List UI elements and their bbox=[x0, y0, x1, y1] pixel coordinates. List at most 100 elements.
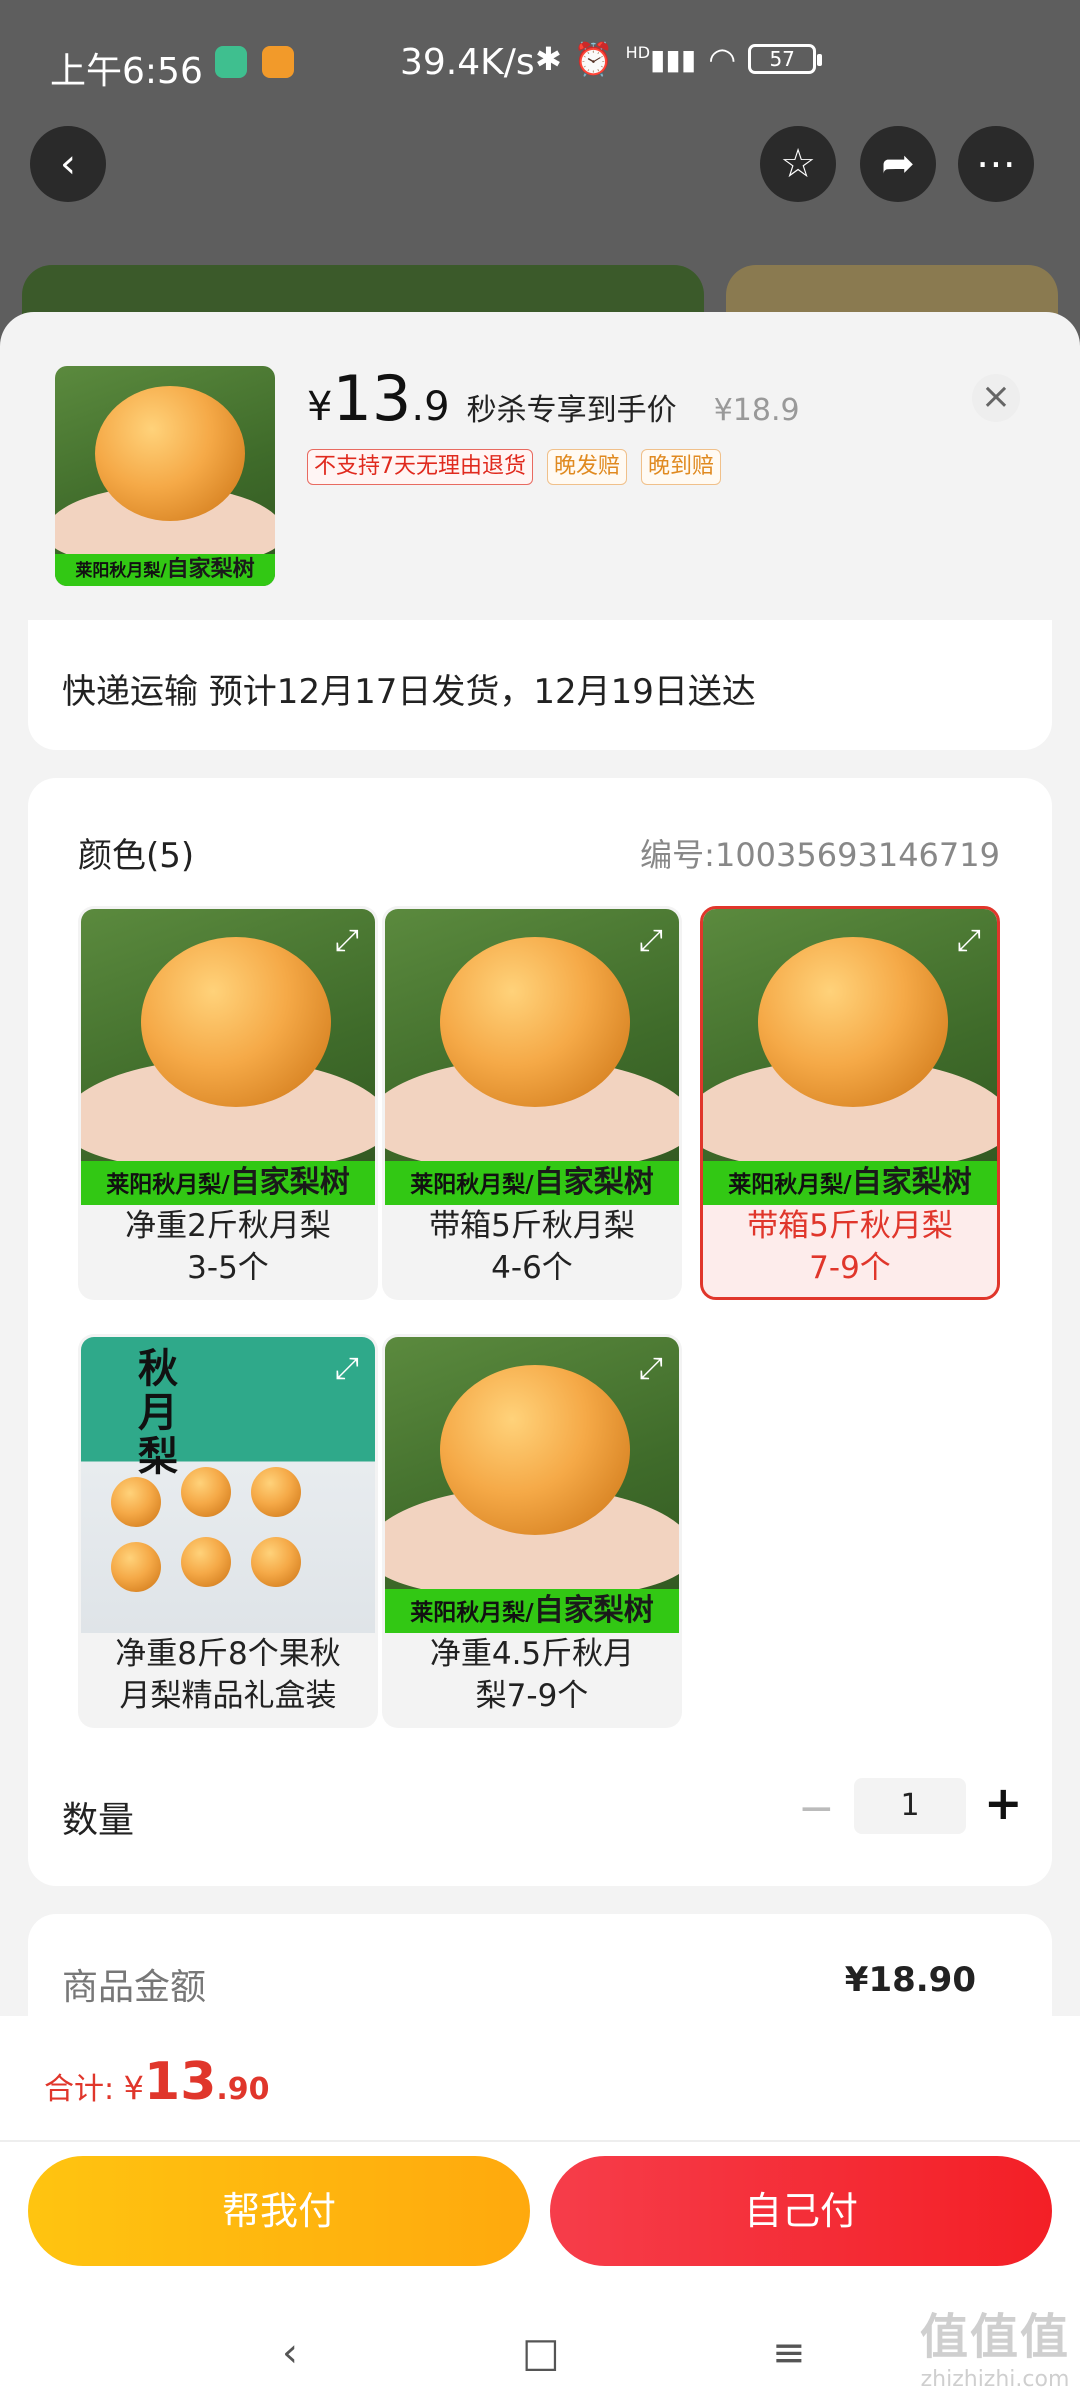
no-return-tag: 不支持7天无理由退货 bbox=[307, 449, 533, 485]
option-item[interactable]: 秋月梨 ⤢ 净重8斤8个果秋 月梨精品礼盒装 bbox=[78, 1334, 378, 1728]
total-currency: ¥ bbox=[123, 2069, 145, 2107]
product-thumbnail[interactable]: 莱阳秋月梨/自家梨树 bbox=[55, 366, 275, 586]
nav-back-icon[interactable]: ‹ bbox=[282, 2330, 298, 2376]
more-button[interactable]: ⋯ bbox=[958, 126, 1034, 202]
share-icon: ➦ bbox=[881, 141, 915, 187]
image-band: 莱阳秋月梨/自家梨树 bbox=[385, 1161, 679, 1205]
option-label-line2: 7-9个 bbox=[809, 1250, 891, 1286]
close-icon: × bbox=[980, 376, 1012, 417]
option-image: ⤢ 莱阳秋月梨/自家梨树 bbox=[385, 1337, 679, 1633]
option-image: ⤢ 莱阳秋月梨/自家梨树 bbox=[703, 909, 997, 1205]
watermark: 值值值 zhizhizhi.com bbox=[920, 2297, 1070, 2392]
total-price: 合计: ¥13.90 bbox=[44, 2052, 270, 2112]
shipping-text: 快递运输 预计12月17日发货，12月19日送达 bbox=[62, 672, 756, 712]
back-icon: ‹ bbox=[60, 141, 76, 187]
self-pay-button[interactable]: 自己付 bbox=[550, 2156, 1052, 2266]
pear-image bbox=[95, 386, 245, 521]
image-band-right: 自家梨树 bbox=[851, 1165, 972, 1200]
total-decimal: .90 bbox=[216, 2072, 270, 2107]
gift-box-image: 秋月梨 ⤢ bbox=[81, 1337, 375, 1633]
share-button[interactable]: ➦ bbox=[860, 126, 936, 202]
service-tags: 不支持7天无理由退货 晚发赔 晚到赔 bbox=[307, 449, 800, 485]
options-header: 颜色(5) bbox=[78, 836, 195, 876]
amount-value: ¥18.90 bbox=[844, 1960, 976, 2000]
quantity-decrease-button[interactable]: − bbox=[798, 1783, 835, 1834]
product-code: 编号:10035693146719 bbox=[640, 836, 1000, 874]
more-icon: ⋯ bbox=[976, 141, 1016, 187]
image-band: 莱阳秋月梨/自家梨树 bbox=[55, 554, 275, 586]
price-area: ¥13.9 秒杀专享到手价 ¥18.9 不支持7天无理由退货 晚发赔 晚到赔 bbox=[307, 362, 800, 485]
watermark-url: zhizhizhi.com bbox=[920, 2367, 1070, 2392]
option-label-line2: 梨7-9个 bbox=[475, 1678, 589, 1714]
nav-home-icon[interactable]: □ bbox=[522, 2330, 560, 2376]
image-band-right: 自家梨树 bbox=[229, 1165, 350, 1200]
signal-icon: HD▮▮▮ bbox=[625, 42, 697, 76]
status-time: 上午6:56 bbox=[50, 51, 203, 92]
pear-image bbox=[758, 937, 948, 1107]
option-item[interactable]: ⤢ 莱阳秋月梨/自家梨树 净重2斤秋月梨 3-5个 bbox=[78, 906, 378, 1300]
system-nav-bar: ‹ □ ≡ bbox=[0, 2316, 1080, 2400]
expand-icon: ⤢ bbox=[639, 923, 663, 958]
price: ¥13.9 秒杀专享到手价 ¥18.9 bbox=[307, 362, 800, 435]
pear-image bbox=[251, 1537, 301, 1587]
option-label-line1: 净重8斤8个果秋 bbox=[115, 1636, 341, 1672]
option-image: ⤢ 莱阳秋月梨/自家梨树 bbox=[385, 909, 679, 1205]
image-band: 莱阳秋月梨/自家梨树 bbox=[81, 1161, 375, 1205]
option-item-selected[interactable]: ⤢ 莱阳秋月梨/自家梨树 带箱5斤秋月梨 7-9个 bbox=[700, 906, 1000, 1300]
option-label: 带箱5斤秋月梨 4-6个 bbox=[385, 1205, 679, 1289]
close-button[interactable]: × bbox=[972, 374, 1020, 422]
original-price: ¥18.9 bbox=[713, 393, 800, 428]
image-band-left: 莱阳秋月梨/ bbox=[410, 1600, 534, 1626]
help-pay-button[interactable]: 帮我付 bbox=[28, 2156, 530, 2266]
option-label-line1: 净重2斤秋月梨 bbox=[125, 1208, 331, 1244]
quantity-label: 数量 bbox=[62, 1800, 135, 1841]
pear-image bbox=[440, 937, 630, 1107]
option-label-line1: 带箱5斤秋月梨 bbox=[747, 1208, 953, 1244]
pear-image bbox=[251, 1467, 301, 1517]
nav-menu-icon[interactable]: ≡ bbox=[772, 2330, 806, 2376]
option-label: 净重2斤秋月梨 3-5个 bbox=[81, 1205, 375, 1289]
star-icon: ☆ bbox=[780, 141, 816, 187]
image-band-right: 自家梨树 bbox=[166, 557, 255, 582]
late-arrival-tag: 晚到赔 bbox=[641, 449, 722, 485]
total-label: 合计: bbox=[44, 2072, 124, 2107]
status-bar: 上午6:56 39.4K/s ✱ ⏰ HD▮▮▮ ◠ 57 bbox=[0, 0, 1080, 130]
option-image: ⤢ 莱阳秋月梨/自家梨树 bbox=[81, 909, 375, 1205]
pear-image bbox=[440, 1365, 630, 1535]
pear-image bbox=[181, 1467, 231, 1517]
quantity-increase-button[interactable]: + bbox=[984, 1776, 1023, 1830]
sku-sheet: 莱阳秋月梨/自家梨树 ¥13.9 秒杀专享到手价 ¥18.9 不支持7天无理由退… bbox=[0, 312, 1080, 2400]
watermark-logo: 值值值 bbox=[919, 2309, 1070, 2365]
back-button[interactable]: ‹ bbox=[30, 126, 106, 202]
gift-box-text: 秋月梨 bbox=[131, 1347, 177, 1479]
price-currency: ¥ bbox=[307, 384, 333, 430]
expand-icon: ⤢ bbox=[335, 1351, 359, 1386]
quantity-input[interactable]: 1 bbox=[854, 1778, 966, 1834]
pear-image bbox=[181, 1537, 231, 1587]
image-band-left: 莱阳秋月梨/ bbox=[410, 1172, 534, 1198]
option-item[interactable]: ⤢ 莱阳秋月梨/自家梨树 净重4.5斤秋月 梨7-9个 bbox=[382, 1334, 682, 1728]
image-band-left: 莱阳秋月梨/ bbox=[75, 561, 167, 581]
pear-image bbox=[111, 1477, 161, 1527]
option-label: 带箱5斤秋月梨 7-9个 bbox=[703, 1205, 997, 1289]
option-label-line2: 月梨精品礼盒装 bbox=[119, 1678, 337, 1714]
late-ship-tag: 晚发赔 bbox=[547, 449, 628, 485]
network-speed: 39.4K/s bbox=[400, 42, 535, 83]
total-integer: 13 bbox=[144, 2052, 217, 2112]
expand-icon: ⤢ bbox=[639, 1351, 663, 1386]
expand-icon: ⤢ bbox=[335, 923, 359, 958]
bluetooth-icon: ✱ bbox=[535, 40, 562, 78]
option-item[interactable]: ⤢ 莱阳秋月梨/自家梨树 带箱5斤秋月梨 4-6个 bbox=[382, 906, 682, 1300]
expand-icon: ⤢ bbox=[957, 923, 981, 958]
option-label-line1: 净重4.5斤秋月 bbox=[429, 1636, 635, 1672]
image-band-right: 自家梨树 bbox=[533, 1165, 654, 1200]
battery-icon: 57 bbox=[748, 44, 823, 74]
shipping-card: 快递运输 预计12月17日发货，12月19日送达 bbox=[28, 620, 1052, 750]
pear-image bbox=[111, 1542, 161, 1592]
option-label-line2: 4-6个 bbox=[491, 1250, 573, 1286]
option-label: 净重4.5斤秋月 梨7-9个 bbox=[385, 1633, 679, 1717]
option-label-line2: 3-5个 bbox=[187, 1250, 269, 1286]
option-label: 净重8斤8个果秋 月梨精品礼盒装 bbox=[81, 1633, 375, 1717]
image-band: 莱阳秋月梨/自家梨树 bbox=[385, 1589, 679, 1633]
favorite-button[interactable]: ☆ bbox=[760, 126, 836, 202]
